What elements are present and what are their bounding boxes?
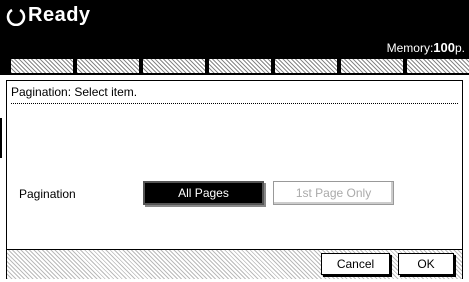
function-tab-strip <box>0 57 469 75</box>
status-text: Ready <box>28 4 91 26</box>
tab-6[interactable] <box>340 58 404 74</box>
tab-5[interactable] <box>274 58 338 74</box>
title-divider <box>11 103 458 104</box>
cancel-button[interactable]: Cancel <box>321 253 390 275</box>
pagination-label: Pagination <box>19 187 76 201</box>
side-bracket <box>0 118 5 158</box>
memory-unit: p. <box>454 41 465 55</box>
status-header: Ready Memory:100p. <box>0 0 469 57</box>
memory-label: Memory: <box>386 41 434 55</box>
tab-7[interactable] <box>406 58 469 74</box>
memory-value: 100 <box>433 40 455 55</box>
all-pages-button[interactable]: All Pages <box>143 181 264 205</box>
tab-1[interactable] <box>10 58 74 74</box>
dialog-footer <box>7 249 462 279</box>
tab-4[interactable] <box>208 58 272 74</box>
tab-3[interactable] <box>142 58 206 74</box>
dialog-title: Pagination: Select item. <box>11 85 138 99</box>
tab-2[interactable] <box>76 58 140 74</box>
first-page-only-button: 1st Page Only <box>273 181 394 205</box>
ok-button[interactable]: OK <box>398 253 454 275</box>
power-icon <box>6 8 26 26</box>
memory-indicator: Memory:100p. <box>387 40 465 55</box>
pagination-dialog: Pagination: Select item. Pagination All … <box>6 80 463 279</box>
